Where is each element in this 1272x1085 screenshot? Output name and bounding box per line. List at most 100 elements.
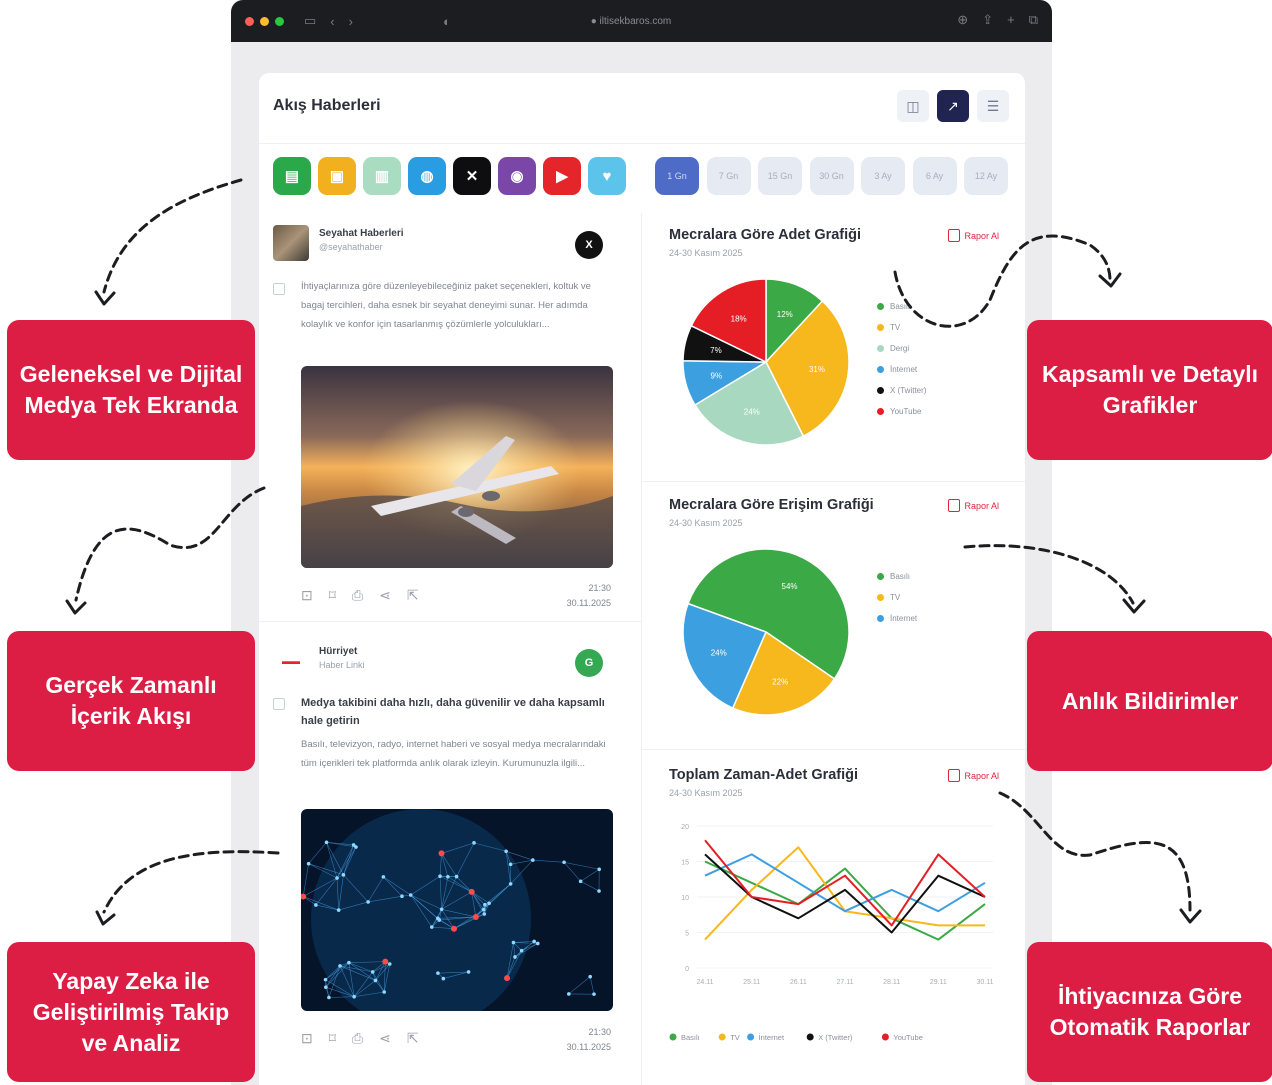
avatar <box>273 225 309 261</box>
chart-view-button[interactable]: ↗ <box>937 90 969 122</box>
pie-slice-label: 12% <box>777 310 793 319</box>
podcast-icon: ◉ <box>510 168 524 185</box>
report-icon <box>948 769 961 782</box>
x-source-badge: X <box>575 231 603 259</box>
address-bar[interactable]: ● iltisekbaros.com <box>531 12 731 30</box>
post-timestamp: 21:30 30.11.2025 <box>566 583 611 608</box>
date-range-button[interactable]: 12 Ay <box>964 157 1008 195</box>
date-range-button[interactable]: 30 Gn <box>809 157 854 195</box>
chart-divider-1 <box>642 481 1025 482</box>
chart-subtitle: 24-30 Kasım 2025 <box>669 518 743 528</box>
share-icon[interactable]: ⋖ <box>379 1030 391 1047</box>
back-icon[interactable]: ‹ <box>330 14 334 29</box>
post-select-checkbox[interactable] <box>273 283 285 295</box>
legend-item: YouTube <box>877 401 926 422</box>
open-external-icon[interactable]: ⇱ <box>407 587 419 604</box>
sliders-icon: ☰ <box>986 97 1000 114</box>
feed-post[interactable]: Seyahat Haberleri @seyahathaber X İhtiya… <box>273 225 613 615</box>
legend-item: Dergi <box>877 338 926 359</box>
y-tick-label: 5 <box>685 931 689 938</box>
marketing-stage: ▭ ‹ › ◐ ● iltisekbaros.com ⊕ ⇪ + ⧉ Akış … <box>0 0 1272 1085</box>
callout-traditional-digital: Geleneksel ve Dijital Medya Tek Ekranda <box>7 320 255 460</box>
x-icon: ✕ <box>465 168 479 185</box>
series-line-4[interactable] <box>704 839 986 927</box>
series-line-2[interactable] <box>704 853 986 913</box>
chart-subtitle: 24-30 Kasım 2025 <box>669 788 743 798</box>
shield-icon[interactable]: ◐ <box>443 14 451 29</box>
x-tick-label: 27.11 <box>837 979 854 986</box>
share-icon[interactable]: ⇪ <box>982 12 993 28</box>
post-source: Hürriyet <box>319 646 358 657</box>
pie-slice-label: 54% <box>782 582 798 591</box>
print-icon[interactable]: ⎙ <box>352 587 363 604</box>
legend-item: X (Twitter) <box>877 380 926 401</box>
x-tick-label: 30.11 <box>977 979 994 986</box>
pie-slice-label: 24% <box>744 407 760 416</box>
open-external-icon[interactable]: ⇱ <box>407 1030 419 1047</box>
minimize-window-button[interactable] <box>260 16 269 26</box>
series-line-3[interactable] <box>704 853 986 934</box>
bookmark-icon[interactable]: ⌑ <box>329 587 336 604</box>
source-chip-social[interactable]: ♥ <box>588 157 626 195</box>
y-tick-label: 10 <box>681 895 689 902</box>
date-range-button[interactable]: 15 Gn <box>758 157 802 195</box>
legend-swatch <box>877 345 884 352</box>
filter-settings-button[interactable]: ☰ <box>977 90 1009 122</box>
newspaper-icon: ▤ <box>284 168 300 185</box>
legend-label: Dergi <box>890 344 910 353</box>
legend-swatch <box>669 1033 677 1041</box>
source-chip-magazine[interactable]: ▥ <box>363 157 401 195</box>
legend-swatch <box>877 408 884 415</box>
tabs-overview-icon[interactable]: ⧉ <box>1029 12 1038 28</box>
download-icon[interactable]: ⊕ <box>957 12 968 28</box>
series-line-0[interactable] <box>704 860 986 941</box>
layout-view-button[interactable]: ◫ <box>897 90 929 122</box>
ai-network-icon <box>301 809 613 1011</box>
callout-detailed-charts: Kapsamlı ve Detaylı Grafikler <box>1027 320 1272 460</box>
report-button[interactable]: Rapor Al <box>948 769 999 782</box>
date-range-button[interactable]: 7 Gn <box>706 157 751 195</box>
share-icon[interactable]: ⋖ <box>379 587 391 604</box>
sidebar-toggle-icon[interactable]: ▭ <box>304 13 316 29</box>
hurriyet-logo-icon: ▬▬ <box>282 656 300 666</box>
save-icon[interactable]: ⊡ <box>301 587 313 604</box>
feed-post[interactable]: ▬▬ Hürriyet Haber Linki G Medya takibini… <box>273 643 613 1073</box>
chart-icon: ↗ <box>947 97 959 114</box>
source-chip-x[interactable]: ✕ <box>453 157 491 195</box>
date-range-button[interactable]: 6 Ay <box>912 157 957 195</box>
post-handle: @seyahathaber <box>319 242 383 252</box>
report-button[interactable]: Rapor Al <box>948 499 999 512</box>
airplane-photo-icon <box>301 366 613 568</box>
legend-item: Basılı <box>877 296 926 317</box>
close-window-button[interactable] <box>245 16 254 26</box>
arrowhead-right-2 <box>1122 598 1146 614</box>
reach-chart-legend: Basılı TV İnternet <box>877 566 917 629</box>
pie-slice-label: 7% <box>710 346 722 355</box>
avatar: ▬▬ <box>273 643 309 679</box>
forward-icon[interactable]: › <box>349 14 353 29</box>
report-button[interactable]: Rapor Al <box>948 229 999 242</box>
google-source-badge: G <box>575 649 603 677</box>
date-range-button[interactable]: 3 Ay <box>861 157 905 195</box>
date-range-button[interactable]: 1 Gn <box>655 157 699 195</box>
source-chip-youtube[interactable]: ▶ <box>543 157 581 195</box>
save-icon[interactable]: ⊡ <box>301 1030 313 1047</box>
print-icon[interactable]: ⎙ <box>352 1030 363 1047</box>
source-chip-tv[interactable]: ▣ <box>318 157 356 195</box>
post-text: İhtiyaçlarınıza göre düzenleyebileceğini… <box>301 281 591 330</box>
browser-toolbar: ▭ ‹ › ◐ ● iltisekbaros.com ⊕ ⇪ + ⧉ <box>231 0 1052 42</box>
source-chip-podcast[interactable]: ◉ <box>498 157 536 195</box>
legend-label: TV <box>730 1033 740 1042</box>
source-chip-internet[interactable]: ◍ <box>408 157 446 195</box>
post-handle[interactable]: Haber Linki <box>319 660 365 670</box>
new-tab-icon[interactable]: + <box>1007 12 1015 28</box>
source-chip-newspaper[interactable]: ▤ <box>273 157 311 195</box>
maximize-window-button[interactable] <box>275 16 284 26</box>
post-select-checkbox[interactable] <box>273 698 285 710</box>
bookmark-icon[interactable]: ⌑ <box>329 1030 336 1047</box>
legend-label: TV <box>890 323 901 332</box>
time-line-chart: 0 5 10 15 20 24.11 25.11 26.11 27.11 28.11 29.11 30… <box>669 824 994 1042</box>
legend-label: İnternet <box>890 365 918 374</box>
legend-label: YouTube <box>890 407 922 416</box>
legend-item: İnternet <box>877 608 917 629</box>
